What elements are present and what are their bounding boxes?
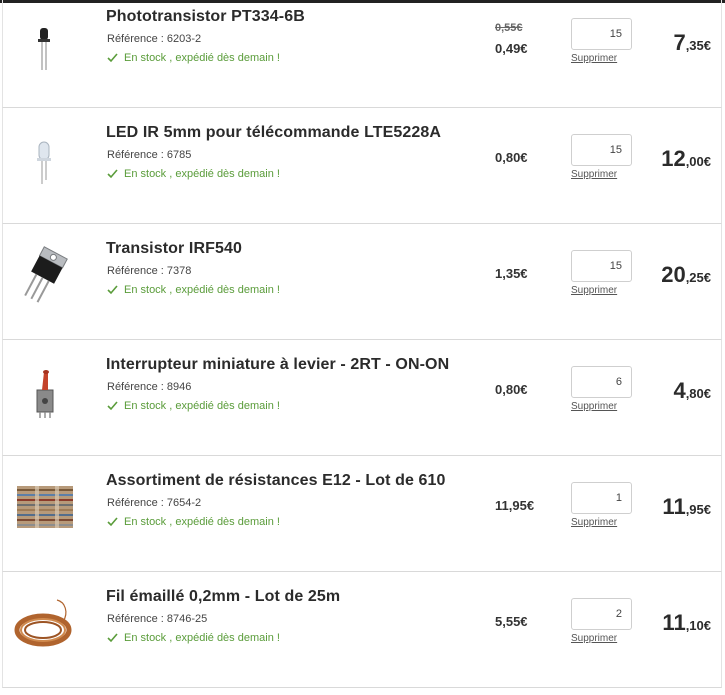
remove-link[interactable]: Supprimer <box>571 169 617 180</box>
remove-link[interactable]: Supprimer <box>571 285 617 296</box>
stock-label: En stock , expédié dès demain ! <box>124 516 280 528</box>
line-total-integer: 7 <box>673 30 686 55</box>
quantity-input[interactable] <box>571 482 632 514</box>
remove-link[interactable]: Supprimer <box>571 401 617 412</box>
line-total-integer: 11 <box>662 494 686 519</box>
stock-label: En stock , expédié dès demain ! <box>124 632 280 644</box>
resistor-kit-icon <box>17 486 73 528</box>
check-icon <box>107 285 118 295</box>
transistor-icon <box>24 246 68 303</box>
stock-status: En stock , expédié dès demain ! <box>107 632 280 644</box>
cart-item-row: Interrupteur miniature à levier - 2RT - … <box>2 340 722 456</box>
line-total-integer: 12 <box>661 146 686 171</box>
check-icon <box>107 517 118 527</box>
price-original: 0,55€ <box>495 22 523 34</box>
toggle-switch-icon <box>36 370 54 418</box>
stock-status: En stock , expédié dès demain ! <box>107 516 280 528</box>
line-total: 11,10€ <box>662 610 711 636</box>
cart-item-row: Assortiment de résistances E12 - Lot de … <box>2 456 722 572</box>
product-title[interactable]: Interrupteur miniature à levier - 2RT - … <box>106 356 449 374</box>
cart-item-row: LED IR 5mm pour télécommande LTE5228A Ré… <box>2 108 722 224</box>
quantity-input[interactable] <box>571 250 632 282</box>
stock-status: En stock , expédié dès demain ! <box>107 284 280 296</box>
product-title[interactable]: Transistor IRF540 <box>106 240 242 258</box>
line-total: 7,35€ <box>673 30 711 56</box>
cart-item-row: Fil émaillé 0,2mm - Lot de 25m Référence… <box>2 572 722 688</box>
stock-label: En stock , expédié dès demain ! <box>124 400 280 412</box>
quantity-input[interactable] <box>571 18 632 50</box>
check-icon <box>107 401 118 411</box>
line-total-integer: 4 <box>673 378 686 403</box>
remove-link[interactable]: Supprimer <box>571 53 617 64</box>
unit-price: 5,55€ <box>495 614 528 629</box>
unit-price: 1,35€ <box>495 266 528 281</box>
line-total-decimal: ,35€ <box>685 38 711 53</box>
phototransistor-icon <box>38 28 50 70</box>
line-total: 12,00€ <box>661 146 711 172</box>
stock-status: En stock , expédié dès demain ! <box>107 52 280 64</box>
line-total: 20,25€ <box>661 262 711 288</box>
unit-price: 0,80€ <box>495 150 528 165</box>
quantity-input[interactable] <box>571 134 632 166</box>
line-total-integer: 20 <box>661 262 686 287</box>
check-icon <box>107 169 118 179</box>
unit-price: 0,49€ <box>495 41 528 56</box>
line-total-decimal: ,10€ <box>685 618 711 633</box>
quantity-input[interactable] <box>571 366 632 398</box>
cart-item-list: Phototransistor PT334-6B Référence : 620… <box>0 0 725 695</box>
line-total-decimal: ,95€ <box>685 502 711 517</box>
stock-status: En stock , expédié dès demain ! <box>107 168 280 180</box>
line-total-decimal: ,80€ <box>685 386 711 401</box>
stock-status: En stock , expédié dès demain ! <box>107 400 280 412</box>
product-reference: Référence : 6785 <box>107 149 192 161</box>
product-reference: Référence : 7378 <box>107 265 192 277</box>
remove-link[interactable]: Supprimer <box>571 517 617 528</box>
product-title[interactable]: Fil émaillé 0,2mm - Lot de 25m <box>106 588 340 606</box>
stock-label: En stock , expédié dès demain ! <box>124 168 280 180</box>
cart-item-row: Phototransistor PT334-6B Référence : 620… <box>2 0 722 108</box>
remove-link[interactable]: Supprimer <box>571 633 617 644</box>
line-total-decimal: ,00€ <box>685 154 711 169</box>
product-title[interactable]: LED IR 5mm pour télécommande LTE5228A <box>106 124 441 142</box>
product-title[interactable]: Assortiment de résistances E12 - Lot de … <box>106 472 446 490</box>
product-title[interactable]: Phototransistor PT334-6B <box>106 8 305 26</box>
copper-wire-icon <box>14 599 72 647</box>
product-reference: Référence : 8746-25 <box>107 613 208 625</box>
product-reference: Référence : 7654-2 <box>107 497 202 509</box>
stock-label: En stock , expédié dès demain ! <box>124 284 280 296</box>
stock-label: En stock , expédié dès demain ! <box>124 52 280 64</box>
quantity-input[interactable] <box>571 598 632 630</box>
line-total: 4,80€ <box>673 378 711 404</box>
led-icon <box>37 141 51 184</box>
cart-item-row: Transistor IRF540 Référence : 7378 En st… <box>2 224 722 340</box>
line-total-integer: 11 <box>662 610 686 635</box>
product-reference: Référence : 6203-2 <box>107 33 202 45</box>
unit-price: 0,80€ <box>495 382 528 397</box>
check-icon <box>107 633 118 643</box>
unit-price: 11,95€ <box>495 498 535 513</box>
product-reference: Référence : 8946 <box>107 381 192 393</box>
line-total: 11,95€ <box>662 494 711 520</box>
check-icon <box>107 53 118 63</box>
line-total-decimal: ,25€ <box>685 270 711 285</box>
